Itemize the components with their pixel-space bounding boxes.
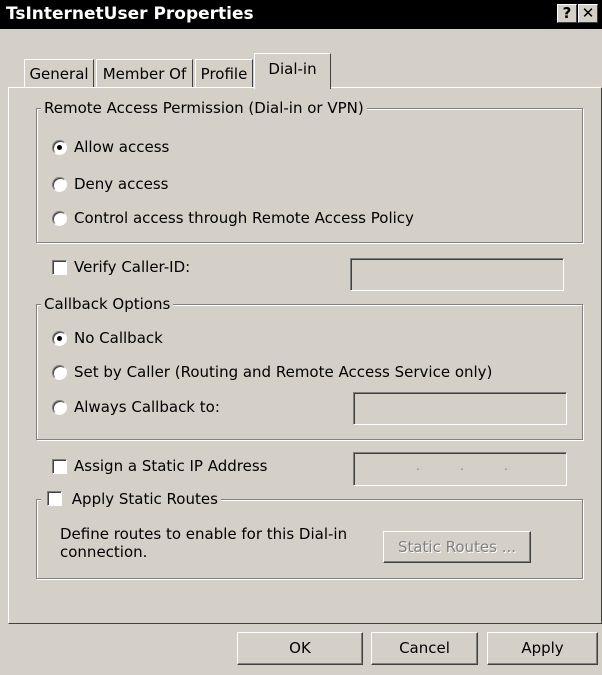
verify-caller-id-checkbox[interactable] xyxy=(52,260,67,275)
dial-in-panel: Remote Access Permission (Dial-in or VPN… xyxy=(8,87,602,624)
callback-number-field[interactable] xyxy=(353,392,567,425)
static-ip-checkbox[interactable] xyxy=(52,459,67,474)
title-bar: TsInternetUser Properties ? ✕ xyxy=(0,0,602,29)
static-routes-description-line2: connection. xyxy=(60,543,148,561)
tab-label: Dial-in xyxy=(268,60,317,78)
allow-access-label: Allow access xyxy=(74,138,170,156)
control-access-policy-radio[interactable] xyxy=(52,211,67,226)
static-routes-legend: Apply Static Routes xyxy=(41,490,221,512)
no-callback-radio[interactable] xyxy=(52,331,67,346)
tab-label: General xyxy=(29,65,89,83)
set-by-caller-radio[interactable] xyxy=(52,365,67,380)
tab-dial-in[interactable]: Dial-in xyxy=(254,53,331,89)
no-callback-label: No Callback xyxy=(74,329,163,347)
window-title: TsInternetUser Properties xyxy=(6,4,254,24)
ip-separator: . xyxy=(460,459,464,473)
cancel-button[interactable]: Cancel xyxy=(371,632,478,665)
remote-access-legend: Remote Access Permission (Dial-in or VPN… xyxy=(41,99,367,117)
tab-member-of[interactable]: Member Of xyxy=(96,59,193,87)
ok-label: OK xyxy=(289,639,311,657)
ip-separator: . xyxy=(416,459,420,473)
help-icon: ? xyxy=(562,4,572,22)
deny-access-radio[interactable] xyxy=(52,177,67,192)
tab-label: Member Of xyxy=(102,65,187,83)
close-icon: ✕ xyxy=(581,4,595,22)
radio-selected-dot xyxy=(57,145,62,150)
static-routes-button-label: Static Routes ... xyxy=(397,538,517,556)
radio-selected-dot xyxy=(57,336,62,341)
apply-button[interactable]: Apply xyxy=(487,632,598,665)
always-callback-radio[interactable] xyxy=(52,400,67,415)
cancel-label: Cancel xyxy=(399,639,450,657)
verify-caller-id-label: Verify Caller-ID: xyxy=(74,258,191,276)
static-routes-label: Apply Static Routes xyxy=(71,490,218,508)
static-ip-label: Assign a Static IP Address xyxy=(74,457,268,475)
static-routes-checkbox[interactable] xyxy=(47,491,62,506)
tab-label: Profile xyxy=(200,65,248,83)
help-button[interactable]: ? xyxy=(557,4,577,23)
caller-id-field[interactable] xyxy=(350,258,564,291)
always-callback-label: Always Callback to: xyxy=(74,398,220,416)
close-button[interactable]: ✕ xyxy=(578,4,598,23)
properties-dialog: TsInternetUser Properties ? ✕ General Me… xyxy=(0,0,602,675)
static-routes-button[interactable]: Static Routes ... xyxy=(383,531,531,563)
tab-general[interactable]: General xyxy=(24,59,94,87)
static-ip-field[interactable]: . . . xyxy=(353,452,567,486)
callback-options-legend: Callback Options xyxy=(41,295,174,313)
deny-access-label: Deny access xyxy=(74,175,169,193)
allow-access-radio[interactable] xyxy=(52,140,67,155)
apply-label: Apply xyxy=(521,639,564,657)
control-access-policy-label: Control access through Remote Access Pol… xyxy=(74,209,414,227)
ip-separator: . xyxy=(504,459,508,473)
static-routes-description-line1: Define routes to enable for this Dial-in xyxy=(60,525,348,543)
set-by-caller-label: Set by Caller (Routing and Remote Access… xyxy=(74,363,493,381)
ok-button[interactable]: OK xyxy=(237,632,363,665)
tab-profile[interactable]: Profile xyxy=(195,59,253,87)
